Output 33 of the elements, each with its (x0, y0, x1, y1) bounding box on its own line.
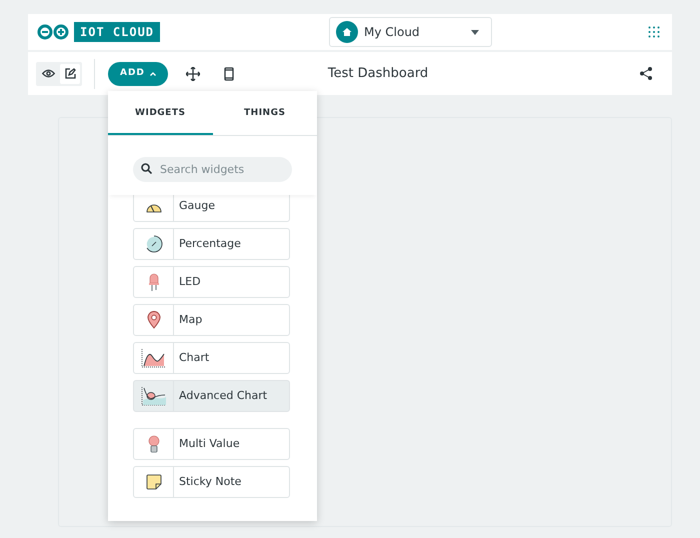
widget-item[interactable]: Multi Value (133, 428, 290, 460)
widget-item[interactable]: LED (133, 266, 290, 298)
search-icon (141, 163, 152, 174)
logo-icon (36, 24, 70, 40)
apps-grid-icon[interactable] (648, 26, 660, 38)
phone-icon[interactable] (224, 66, 234, 80)
move-icon[interactable] (186, 66, 200, 80)
map-pin-icon (146, 311, 160, 329)
add-button[interactable]: ADD (108, 62, 168, 86)
widget-item[interactable]: Advanced Chart (133, 380, 290, 412)
dashboard-title: Test Dashboard (328, 64, 430, 83)
advanced-chart-icon (140, 386, 166, 406)
space-dropdown[interactable]: My Cloud (329, 17, 492, 47)
menu-tab[interactable]: THINGS (212, 91, 317, 135)
widget-item[interactable]: Percentage (133, 228, 290, 260)
search-field[interactable]: Search widgets (133, 157, 292, 182)
logo-text: IOT CLOUD (74, 22, 160, 42)
percentage-dial-icon (144, 235, 162, 253)
pencil-icon (64, 68, 76, 79)
area-chart-icon (140, 348, 166, 368)
widget-item[interactable]: Chart (133, 342, 290, 374)
pencil-mode-button[interactable] (60, 64, 80, 84)
light-bulb-icon (148, 435, 160, 453)
share-icon[interactable] (640, 67, 652, 80)
chevron-up-icon (150, 72, 156, 76)
widget-item[interactable]: Sticky Note (133, 466, 290, 498)
eye-icon (42, 69, 54, 78)
widget-item[interactable]: Gauge (133, 195, 290, 222)
home-icon (336, 21, 358, 43)
sticky-note-icon (146, 474, 162, 490)
caret-icon (471, 30, 479, 34)
widget-item[interactable]: Map (133, 304, 290, 336)
led-icon (148, 273, 158, 291)
